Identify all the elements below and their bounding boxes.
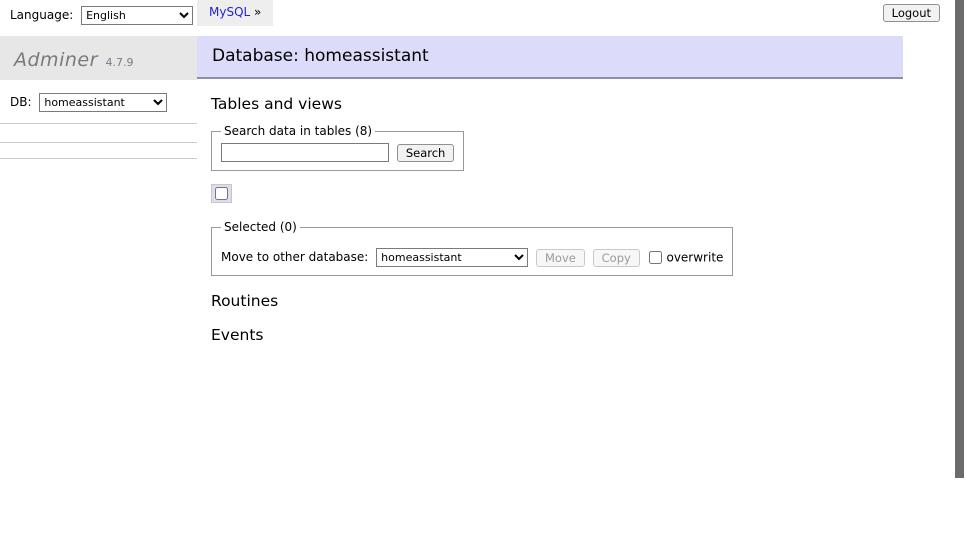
tables-list	[211, 184, 896, 203]
vertical-scrollbar[interactable]	[955, 0, 964, 543]
move-database-select[interactable]: homeassistant	[376, 248, 528, 267]
routines-heading: Routines	[211, 292, 966, 310]
search-button[interactable]: Search	[397, 144, 455, 162]
selected-fieldset: Selected (0) Move to other database: hom…	[211, 220, 733, 276]
db-select[interactable]: homeassistant	[39, 93, 167, 112]
move-label: Move to other database:	[221, 250, 368, 264]
scrollbar-thumb[interactable]	[955, 0, 964, 478]
events-heading: Events	[211, 326, 966, 344]
copy-button[interactable]: Copy	[593, 249, 640, 267]
overwrite-label[interactable]: overwrite	[666, 251, 723, 265]
language-label: Language:	[10, 8, 73, 22]
brand-name: Adminer	[14, 49, 98, 71]
sidebar-actions	[0, 124, 197, 142]
overwrite-checkbox[interactable]	[649, 251, 662, 264]
link-mysql[interactable]: MySQL	[209, 5, 250, 19]
main-content: MySQL » Logout Database: homeassistant T…	[197, 0, 966, 344]
selected-legend: Selected (0)	[221, 220, 300, 234]
language-select[interactable]: English	[81, 6, 193, 25]
sidebar-divider	[0, 158, 197, 159]
sidebar: Language: English Adminer 4.7.9 DB: home…	[0, 0, 197, 159]
search-input[interactable]	[221, 143, 389, 162]
logout-button[interactable]: Logout	[883, 4, 940, 22]
select-all-checkbox[interactable]	[215, 187, 228, 200]
breadcrumb: MySQL »	[197, 0, 273, 26]
adminer-logo: Adminer 4.7.9	[0, 36, 197, 80]
tables-header-row	[212, 185, 896, 203]
sidebar-table-links	[0, 143, 197, 158]
breadcrumb-separator: »	[250, 5, 261, 19]
page-title: Database: homeassistant	[197, 36, 903, 79]
db-label: DB:	[10, 95, 32, 109]
move-button[interactable]: Move	[536, 249, 585, 267]
search-legend: Search data in tables (8)	[221, 124, 375, 138]
version-label: 4.7.9	[106, 56, 134, 69]
tables-heading: Tables and views	[211, 95, 966, 113]
search-fieldset: Search data in tables (8) Search	[211, 124, 464, 171]
